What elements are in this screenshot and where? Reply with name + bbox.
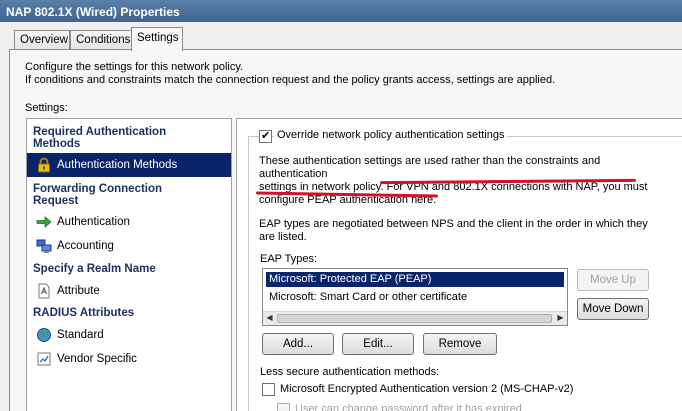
nav-item-label: Attribute bbox=[57, 285, 100, 297]
tab-strip: Overview Conditions Settings bbox=[0, 22, 682, 51]
scroll-right-icon[interactable]: ▶ bbox=[555, 313, 566, 324]
eap-info-text: EAP types are negotiated between NPS and… bbox=[259, 218, 669, 244]
intro-line-1: Configure the settings for this network … bbox=[25, 61, 244, 73]
globe-icon bbox=[37, 328, 51, 342]
less-secure-label: Less secure authentication methods: bbox=[260, 366, 440, 378]
mschap-v2-label: Microsoft Encrypted Authentication versi… bbox=[280, 383, 574, 395]
eap-types-label: EAP Types: bbox=[260, 253, 318, 265]
computers-icon bbox=[36, 239, 52, 253]
eap-types-list[interactable]: Microsoft: Protected EAP (PEAP) Microsof… bbox=[262, 268, 568, 326]
nav-item-label: Authentication Methods bbox=[57, 159, 178, 171]
horizontal-scrollbar[interactable]: ◀ ▶ bbox=[263, 311, 567, 325]
window-title: NAP 802.1X (Wired) Properties bbox=[0, 0, 682, 22]
tab-overview[interactable]: Overview bbox=[14, 30, 70, 50]
user-change-password-checkbox[interactable] bbox=[277, 403, 290, 411]
intro-line-2: If conditions and constraints match the … bbox=[25, 74, 556, 86]
green-arrow-icon bbox=[36, 216, 52, 228]
remove-button[interactable]: Remove bbox=[423, 333, 497, 355]
move-up-button[interactable]: Move Up bbox=[577, 269, 649, 291]
override-label: Override network policy authentication s… bbox=[274, 129, 508, 141]
notice-line-3: configure PEAP authentication here. bbox=[259, 194, 437, 206]
nav-header-forwarding: Forwarding Connection Request bbox=[33, 183, 163, 207]
scroll-left-icon[interactable]: ◀ bbox=[264, 313, 275, 324]
settings-label: Settings: bbox=[25, 102, 68, 114]
nav-item-label: Authentication bbox=[57, 216, 130, 228]
notice-line-1: These authentication settings are used r… bbox=[259, 155, 601, 180]
tab-conditions[interactable]: Conditions bbox=[70, 30, 132, 50]
nav-header-required-auth: Required Authentication Methods bbox=[33, 126, 167, 150]
list-item[interactable]: Microsoft: Smart Card or other certifica… bbox=[266, 290, 564, 305]
eap-info-line-2: are listed. bbox=[259, 231, 307, 243]
lock-icon bbox=[38, 157, 50, 173]
nav-header-realm: Specify a Realm Name bbox=[33, 263, 156, 275]
add-button[interactable]: Add... bbox=[262, 333, 334, 355]
user-change-password-label: User can change password after it has ex… bbox=[295, 403, 522, 411]
tab-settings[interactable]: Settings bbox=[131, 27, 183, 51]
chart-document-icon bbox=[37, 352, 51, 366]
nav-item-label: Accounting bbox=[57, 240, 114, 252]
nav-item-label: Vendor Specific bbox=[57, 353, 137, 365]
document-icon bbox=[38, 283, 50, 299]
nav-item-label: Standard bbox=[57, 329, 104, 341]
move-down-button[interactable]: Move Down bbox=[577, 298, 649, 320]
nav-item-authentication-methods[interactable]: Authentication Methods bbox=[27, 153, 231, 177]
intro-text: Configure the settings for this network … bbox=[25, 61, 555, 87]
nav-header-radius: RADIUS Attributes bbox=[33, 307, 135, 319]
nav-item-standard[interactable]: Standard bbox=[27, 323, 231, 347]
nav-item-attribute[interactable]: Attribute bbox=[27, 279, 231, 303]
list-item[interactable]: Microsoft: Protected EAP (PEAP) bbox=[266, 272, 564, 287]
mschap-v2-checkbox[interactable] bbox=[262, 383, 275, 396]
nav-item-vendor-specific[interactable]: Vendor Specific bbox=[27, 347, 231, 371]
nav-item-accounting[interactable]: Accounting bbox=[27, 234, 231, 258]
edit-button[interactable]: Edit... bbox=[342, 333, 414, 355]
nav-item-authentication[interactable]: Authentication bbox=[27, 210, 231, 234]
scroll-thumb[interactable] bbox=[277, 314, 552, 323]
settings-nav: Required Authentication Methods Authenti… bbox=[26, 118, 232, 411]
eap-info-line-1: EAP types are negotiated between NPS and… bbox=[259, 218, 648, 230]
override-checkbox[interactable] bbox=[259, 129, 272, 143]
